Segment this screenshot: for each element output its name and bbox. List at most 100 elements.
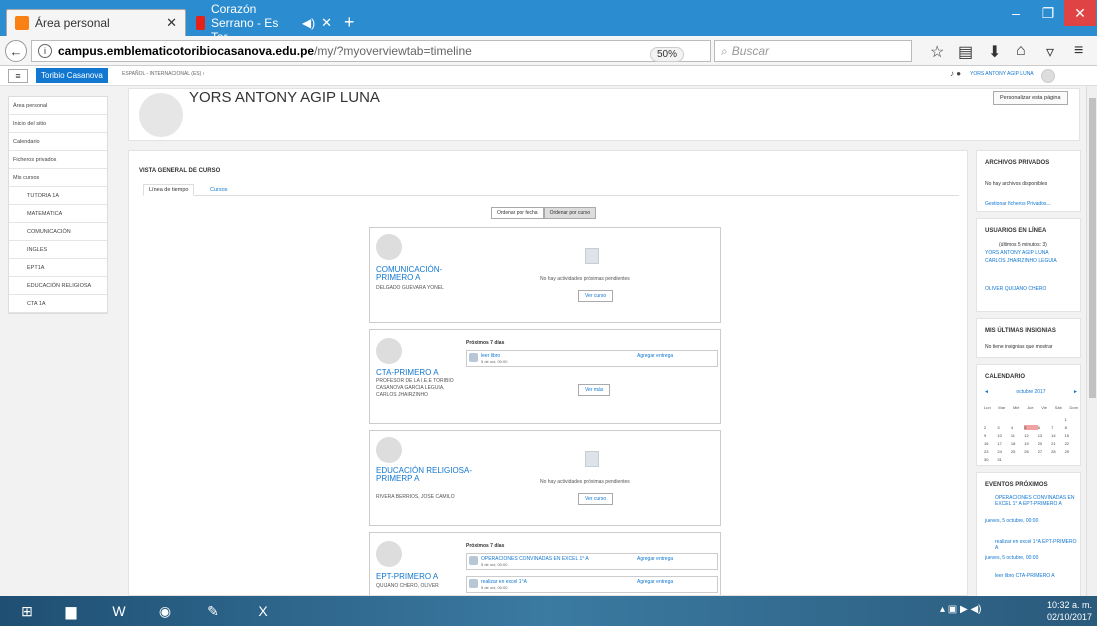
tab-area-personal[interactable]: Área personal ✕ (6, 9, 186, 36)
calendar-day[interactable]: 31 (997, 457, 1010, 462)
calendar-day[interactable]: 3 (997, 425, 1010, 430)
close-icon[interactable]: ✕ (321, 15, 332, 31)
windows-start-icon[interactable]: ⊞ (8, 598, 46, 624)
tab-courses[interactable]: Cursos (205, 184, 232, 196)
course-name[interactable]: EDUCACIÓN RELIGIOSA-PRIMERP A (376, 467, 476, 483)
sidebar-item-inicio[interactable]: Inicio del sitio (9, 115, 107, 133)
tab-youtube[interactable]: Corazón Serrano - Es Tar ◀) ✕ (188, 2, 340, 44)
calendar-day[interactable]: 2 (984, 425, 997, 430)
course-name[interactable]: COMUNICACIÓN-PRIMERO A (376, 266, 476, 282)
calendar-day[interactable]: 24 (997, 449, 1010, 454)
download-icon[interactable]: ⬇ (988, 42, 1001, 62)
sidebar-item-calendario[interactable]: Calendario (9, 133, 107, 151)
calendar-day[interactable]: 29 (1065, 449, 1078, 454)
calendar-day[interactable]: 7 (1051, 425, 1064, 430)
view-course-button[interactable]: Ver curso (578, 493, 614, 505)
site-brand[interactable]: Toribio Casanova (36, 68, 108, 83)
calendar-day[interactable]: 21 (1051, 441, 1064, 446)
calendar-day[interactable]: 20 (1038, 441, 1051, 446)
add-submission-link[interactable]: Agregar entrega (637, 579, 673, 585)
page-scrollbar[interactable] (1086, 86, 1097, 596)
calendar-day[interactable]: 19 (1024, 441, 1037, 446)
info-icon[interactable]: i (38, 44, 52, 58)
taskbar-clock[interactable]: 10:32 a. m. 02/10/2017 (1040, 599, 1092, 623)
calendar-day[interactable]: 16 (984, 441, 997, 446)
home-icon[interactable]: ⌂ (1016, 42, 1026, 60)
sidebar-item-mis-cursos[interactable]: Mis cursos (9, 169, 107, 187)
calendar-day[interactable]: 15 (1065, 433, 1078, 438)
url-bar[interactable]: i campus.emblematicotoribiocasanova.edu.… (31, 40, 711, 62)
upcoming-event[interactable]: realizar en excel 1°A EPT-PRIMERO A (995, 539, 1079, 551)
upcoming-event[interactable]: leer libro CTA-PRIMERO A (995, 573, 1079, 579)
view-course-button[interactable]: Ver curso (578, 290, 614, 302)
calendar-day[interactable]: 17 (997, 441, 1010, 446)
star-icon[interactable]: ☆ (930, 42, 944, 62)
avatar[interactable] (1041, 69, 1055, 83)
calendar-day[interactable]: 23 (984, 449, 997, 454)
notification-icon[interactable]: ♪ ● (950, 69, 961, 78)
calendar-day[interactable]: 30 (984, 457, 997, 462)
calendar-day[interactable]: 8 (1065, 425, 1078, 430)
menu-icon[interactable]: ≡ (1074, 42, 1083, 60)
file-explorer-icon[interactable]: ▆ (52, 598, 90, 624)
system-tray-icons[interactable]: ▴ ▣ ▶ ◀) (940, 604, 982, 615)
back-icon[interactable]: ← (5, 40, 27, 62)
course-name[interactable]: EPT-PRIMERO A (376, 573, 476, 581)
upcoming-date[interactable]: jueves, 5 octubre, 00:00 (985, 518, 1079, 524)
manage-files-link[interactable]: Gestionar ficheros Privados... (985, 201, 1079, 207)
search-input[interactable]: ⌕ Buscar (714, 40, 912, 62)
calendar-day[interactable]: 13 (1038, 433, 1051, 438)
reading-list-icon[interactable]: ▤ (958, 42, 973, 62)
word-icon[interactable]: W (100, 598, 138, 624)
sidebar-item-area-personal[interactable]: Área personal (9, 97, 107, 115)
online-user[interactable]: CARLOS JHAIRZINHO LEGUIA (985, 258, 1079, 264)
calendar-day[interactable]: 28 (1051, 449, 1064, 454)
excel-icon[interactable]: X (244, 598, 282, 624)
paint-icon[interactable]: ✎ (194, 598, 232, 624)
online-user[interactable]: YORS ANTONY AGIP LUNA (985, 250, 1079, 256)
sidebar-item-ficheros[interactable]: Ficheros privados (9, 151, 107, 169)
tab-timeline[interactable]: Línea de tiempo (143, 184, 195, 196)
online-user[interactable]: OLIVER QUIJANO CHERO (985, 286, 1079, 292)
course-name[interactable]: CTA-PRIMERO A (376, 369, 476, 377)
zoom-level[interactable]: 50% (650, 47, 685, 62)
calendar-day[interactable]: 11 (1011, 433, 1024, 438)
calendar-day[interactable]: 14 (1051, 433, 1064, 438)
add-submission-link[interactable]: Agregar entrega (637, 353, 673, 359)
user-menu[interactable]: YORS ANTONY AGIP LUNA (970, 71, 1034, 77)
sidebar-item-ingles[interactable]: INGLES (9, 241, 107, 259)
sidebar-item-religiosa[interactable]: EDUCACIÓN RELIGIOSA (9, 277, 107, 295)
calendar-day[interactable]: 12 (1024, 433, 1037, 438)
sort-by-date-button[interactable]: Ordenar por fecha (491, 207, 544, 219)
pocket-icon[interactable]: ▿ (1046, 42, 1054, 62)
new-tab-icon[interactable]: + (344, 12, 355, 33)
close-icon[interactable]: ✕ (166, 15, 177, 31)
calendar-day[interactable]: 10 (997, 433, 1010, 438)
sidebar-item-tutoria[interactable]: TUTORIA 1A (9, 187, 107, 205)
close-window-icon[interactable]: ✕ (1064, 0, 1096, 26)
upcoming-event[interactable]: OPERACIONES CONVINADAS EN EXCEL 1° A EPT… (995, 495, 1079, 507)
calendar-day[interactable]: 9 (984, 433, 997, 438)
view-more-button[interactable]: Ver más (578, 384, 611, 396)
sidebar-item-cta[interactable]: CTA 1A (9, 295, 107, 313)
firefox-icon[interactable]: ◉ (146, 598, 184, 624)
next-month-icon[interactable]: ► (1073, 389, 1078, 395)
add-submission-link[interactable]: Agregar entrega (637, 556, 673, 562)
upcoming-date[interactable]: jueves, 5 octubre, 00:00 (985, 555, 1079, 561)
calendar-day[interactable]: 27 (1038, 449, 1051, 454)
calendar-day[interactable]: 4 (1011, 425, 1024, 430)
calendar-day[interactable]: 1 (1065, 417, 1078, 422)
sidebar-item-ept[interactable]: EPT1A (9, 259, 107, 277)
sidebar-item-comunicacion[interactable]: COMUNICACIÓN (9, 223, 107, 241)
minimize-icon[interactable]: – (1000, 0, 1032, 26)
calendar-day[interactable]: 25 (1011, 449, 1024, 454)
speaker-icon[interactable]: ◀) (302, 16, 315, 30)
maximize-icon[interactable]: ❐ (1032, 0, 1064, 26)
calendar-day[interactable]: 5 (1024, 425, 1038, 430)
calendar-month[interactable]: octubre 2017 (1016, 389, 1045, 395)
language-menu[interactable]: ESPAÑOL - INTERNACIONAL (ES) › (122, 71, 204, 77)
hamburger-icon[interactable]: ≡ (8, 69, 28, 83)
calendar-day[interactable]: 26 (1024, 449, 1037, 454)
calendar-day[interactable]: 22 (1065, 441, 1078, 446)
customize-page-button[interactable]: Personalizar esta página (993, 91, 1068, 105)
